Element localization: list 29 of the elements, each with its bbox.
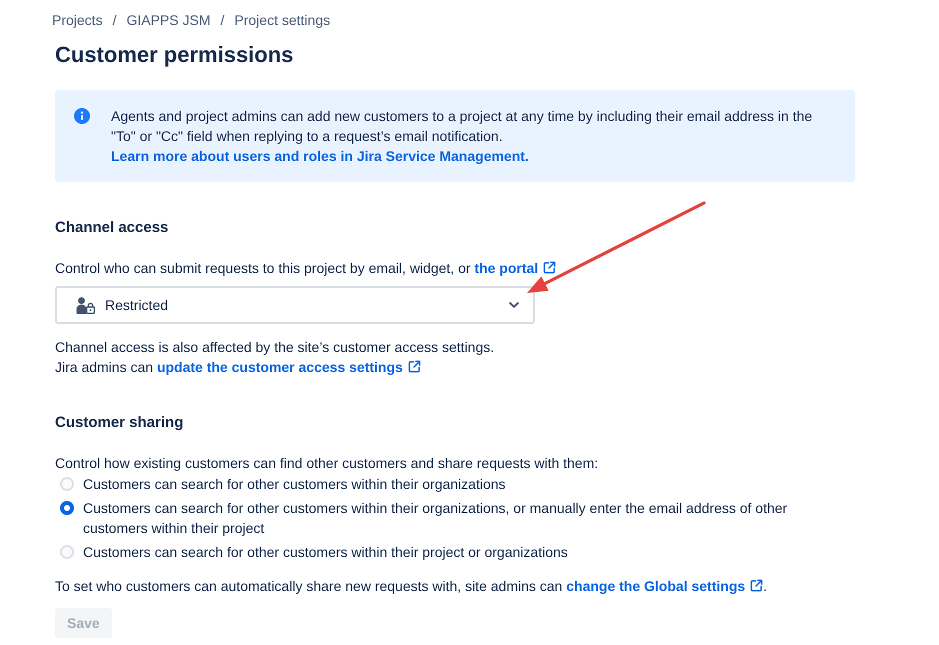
- external-link-icon: [750, 579, 764, 592]
- breadcrumb-link[interactable]: Project settings: [234, 10, 330, 30]
- channel-description: Control who can submit requests to this project by email, widget, or the portal: [55, 258, 939, 278]
- note-text: Channel access is also affected by the site’s customer access settings.: [55, 338, 496, 357]
- note-text: Jira admins can update the customer access settings: [55, 357, 939, 377]
- breadcrumb-link[interactable]: Projects: [52, 10, 103, 30]
- page-title: Customer permissions: [55, 41, 294, 69]
- option-label[interactable]: Customers can search for other customers within their project or organizations: [83, 542, 568, 562]
- section-heading: Channel access: [55, 218, 170, 238]
- chevron-down-icon: [509, 302, 519, 308]
- breadcrumb-separator: /: [112, 11, 116, 30]
- external-link-icon: [543, 261, 556, 274]
- breadcrumb-link[interactable]: GIAPPS JSM: [126, 10, 210, 30]
- external-link-icon: [408, 360, 421, 373]
- global-settings-note: To set who customers can automatically share new requests with, site admins can change the Global settings .: [55, 577, 768, 596]
- info-icon: [74, 108, 90, 124]
- radio-button[interactable]: [60, 501, 74, 515]
- section-heading: Customer sharing: [55, 413, 184, 433]
- person-lock-icon: [76, 296, 95, 314]
- learn-more-link[interactable]: Learn more about users and roles in Jira Service Management.: [111, 146, 529, 166]
- breadcrumb-separator: /: [220, 11, 224, 30]
- info-text: Agents and project admins can add new customers to a project at any time by including their email address in the "To" or "Cc" field when replying to a request’s email notification.: [111, 107, 814, 146]
- text-link[interactable]: update the customer access settings: [156, 359, 421, 375]
- text-link[interactable]: change the Global settings: [566, 578, 764, 594]
- channel-access-select[interactable]: Restricted: [55, 286, 535, 324]
- option-label[interactable]: Customers can search for other customers within their organizations: [83, 474, 506, 494]
- option-label[interactable]: Customers can search for other customers within their organizations, or manually enter the email address of other customers within their project: [83, 498, 798, 538]
- sharing-description: Control how existing customers can find other customers and share requests with them:: [55, 454, 600, 473]
- text-link[interactable]: the portal: [474, 260, 556, 276]
